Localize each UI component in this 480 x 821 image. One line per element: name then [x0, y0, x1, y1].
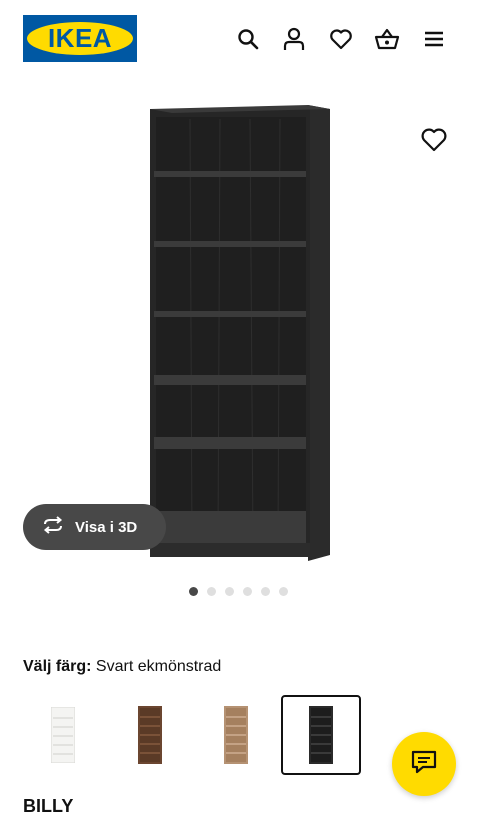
swatch-light-oak[interactable]: [196, 695, 276, 775]
rotate-3d-icon: [41, 515, 65, 539]
carousel-dot[interactable]: [261, 587, 270, 596]
logo-text: IKEA: [47, 23, 113, 53]
product-name: BILLY: [23, 796, 74, 816]
search-icon[interactable]: [235, 26, 261, 52]
product-image[interactable]: [150, 103, 332, 568]
carousel-dot[interactable]: [207, 587, 216, 596]
carousel-dot[interactable]: [225, 587, 234, 596]
selected-color-name: Svart ekmönstrad: [95, 658, 222, 675]
ikea-logo[interactable]: IKEA: [23, 15, 137, 62]
view-in-3d-button[interactable]: Visa i 3D: [23, 504, 166, 550]
chat-icon: [411, 750, 437, 779]
swatch-black[interactable]: [281, 695, 361, 775]
carousel-dot[interactable]: [279, 587, 288, 596]
color-swatches: [23, 695, 383, 777]
chat-button[interactable]: [392, 732, 456, 796]
heart-icon[interactable]: [328, 26, 354, 52]
menu-icon[interactable]: [421, 26, 447, 52]
basket-icon[interactable]: [374, 26, 400, 52]
color-prompt: Välj färg:: [23, 658, 92, 675]
favourite-icon[interactable]: [420, 127, 448, 155]
logo-oval: IKEA: [27, 22, 133, 55]
view-in-3d-label: Visa i 3D: [75, 518, 138, 536]
top-bar: IKEA: [0, 0, 480, 80]
swatch-brown[interactable]: [110, 695, 190, 775]
color-selector-label: Välj färg: Svart ekmönstrad: [23, 658, 221, 676]
carousel-dot[interactable]: [243, 587, 252, 596]
account-icon[interactable]: [281, 26, 307, 52]
swatch-white[interactable]: [23, 695, 103, 775]
image-carousel-dots: [189, 587, 288, 596]
carousel-dot[interactable]: [189, 587, 198, 596]
